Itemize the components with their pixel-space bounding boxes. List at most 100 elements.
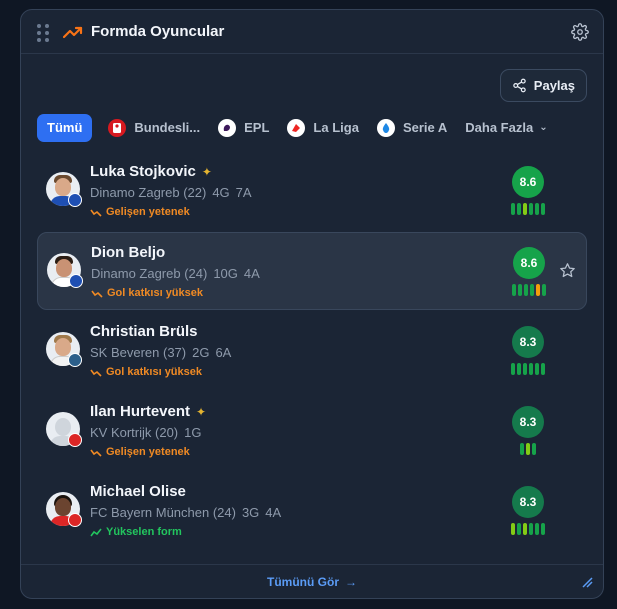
player-tag: Yükselen form (90, 526, 182, 538)
tab-label: Daha Fazla (465, 120, 534, 135)
serie-a-logo-icon (376, 118, 395, 137)
form-bar (517, 363, 521, 375)
trend-icon (91, 290, 103, 298)
trending-up-icon (90, 528, 102, 536)
widget-header: Formda Oyuncular (21, 10, 603, 54)
form-bar (523, 523, 527, 535)
player-goals: 10G (213, 266, 238, 281)
club-badge-icon (69, 274, 83, 288)
player-assists: 6A (215, 345, 232, 360)
tab-serie-a[interactable]: Serie A (376, 114, 448, 142)
tab-laliga[interactable]: La Liga (287, 114, 359, 142)
player-name: Luka Stojkovic ✦ (90, 163, 212, 180)
player-club: FC Bayern München (24) (90, 505, 236, 520)
form-bar (541, 363, 545, 375)
player-assists: 4A (265, 505, 282, 520)
rating-badge: 8.3 (512, 406, 544, 438)
resize-handle-icon[interactable] (581, 576, 593, 588)
player-meta: FC Bayern München (24) 3G 4A (90, 505, 281, 520)
player-meta: Dinamo Zagreb (22) 4G 7A (90, 185, 252, 200)
form-bar (511, 203, 515, 215)
player-tag: Gol katkısı yüksek (90, 366, 202, 378)
chevron-down-icon: ⌄ (539, 122, 548, 133)
player-meta: KV Kortrijk (20) 1G (90, 425, 201, 440)
tab-label: EPL (244, 120, 270, 135)
form-bar (529, 523, 533, 535)
form-bar (542, 284, 546, 296)
player-goals: 2G (192, 345, 210, 360)
player-tag-text: Gelişen yetenek (106, 206, 190, 218)
player-name: Christian Brüls (90, 323, 198, 340)
tab-label: Bundesli... (134, 120, 201, 135)
club-badge-icon (68, 513, 82, 527)
player-tag-text: Gelişen yetenek (106, 446, 190, 458)
form-bar (511, 523, 515, 535)
form-bar (517, 203, 521, 215)
form-bar (541, 523, 545, 535)
player-row[interactable]: Ilan Hurtevent ✦ KV Kortrijk (20) 1G Geliş… (37, 392, 587, 470)
tab-epl[interactable]: EPL (218, 114, 269, 142)
player-name-text: Christian Brüls (90, 323, 198, 340)
form-bar (511, 363, 515, 375)
share-icon (513, 78, 526, 93)
arrow-right-icon: → (345, 574, 357, 589)
tab-label: Serie A (402, 120, 448, 135)
form-bars (510, 523, 546, 535)
form-bars (510, 443, 546, 455)
form-bar (529, 203, 533, 215)
tab-label: La Liga (313, 120, 359, 135)
form-bar (530, 284, 534, 296)
player-row[interactable]: Luka Stojkovic ✦ Dinamo Zagreb (22) 4G 7A G… (37, 152, 587, 230)
tab-more[interactable]: Daha Fazla ⌄ (465, 114, 547, 142)
form-bar (535, 523, 539, 535)
club-badge-icon (68, 193, 82, 207)
player-name-text: Ilan Hurtevent (90, 403, 191, 420)
form-bar (512, 284, 516, 296)
player-meta: Dinamo Zagreb (24) 10G 4A (91, 266, 260, 281)
tab-label: Tümü (47, 120, 83, 135)
club-badge-icon (68, 353, 82, 367)
laliga-logo-icon (287, 118, 306, 137)
player-name-text: Michael Olise (90, 483, 186, 500)
tab-all[interactable]: Tümü (37, 113, 93, 142)
share-label: Paylaş (533, 78, 575, 93)
form-bar (536, 284, 540, 296)
share-button[interactable]: Paylaş (499, 69, 587, 102)
player-name: Ilan Hurtevent ✦ (90, 403, 206, 420)
form-bars (510, 203, 546, 215)
trend-icon (90, 209, 102, 217)
player-name-text: Luka Stojkovic (90, 163, 196, 180)
player-goals: 3G (241, 505, 260, 520)
player-row[interactable]: Dion Beljo Dinamo Zagreb (24) 10G 4A Gol k… (37, 232, 587, 310)
player-assists: 4A (243, 266, 260, 281)
rating-badge: 8.6 (513, 247, 545, 279)
form-bar (518, 284, 522, 296)
drag-handle-icon[interactable] (37, 23, 49, 42)
player-club: KV Kortrijk (20) (90, 425, 179, 440)
player-tag-text: Gol katkısı yüksek (106, 366, 202, 378)
player-row[interactable]: Michael Olise FC Bayern München (24) 3G 4A… (37, 472, 587, 550)
player-row[interactable]: Christian Brüls SK Beveren (37) 2G 6A Gol … (37, 312, 587, 390)
tab-bundesliga[interactable]: Bundesli... (108, 114, 200, 142)
see-all-link[interactable]: Tümünü Gör → (21, 564, 603, 598)
player-tag: Gelişen yetenek (90, 206, 190, 218)
form-bar (523, 363, 527, 375)
player-goals: 4G (212, 185, 230, 200)
player-club: Dinamo Zagreb (22) (90, 185, 207, 200)
favorite-star-icon[interactable] (559, 262, 576, 279)
player-name: Michael Olise (90, 483, 186, 500)
sparkle-icon: ✦ (196, 404, 207, 419)
player-tag-text: Gol katkısı yüksek (107, 287, 203, 299)
player-tag-text: Yükselen form (106, 526, 182, 538)
trend-icon (90, 449, 102, 457)
player-goals: 1G (184, 425, 202, 440)
form-bar (532, 443, 536, 455)
player-tag: Gelişen yetenek (90, 446, 190, 458)
bundesliga-logo-icon (108, 118, 127, 137)
settings-gear-icon[interactable] (571, 22, 589, 41)
player-meta: SK Beveren (37) 2G 6A (90, 345, 231, 360)
in-form-players-widget: Formda Oyuncular Paylaş Tümü Bundesli... (20, 9, 604, 599)
rating-badge: 8.3 (512, 486, 544, 518)
trending-up-icon (63, 26, 83, 38)
form-bar (535, 363, 539, 375)
